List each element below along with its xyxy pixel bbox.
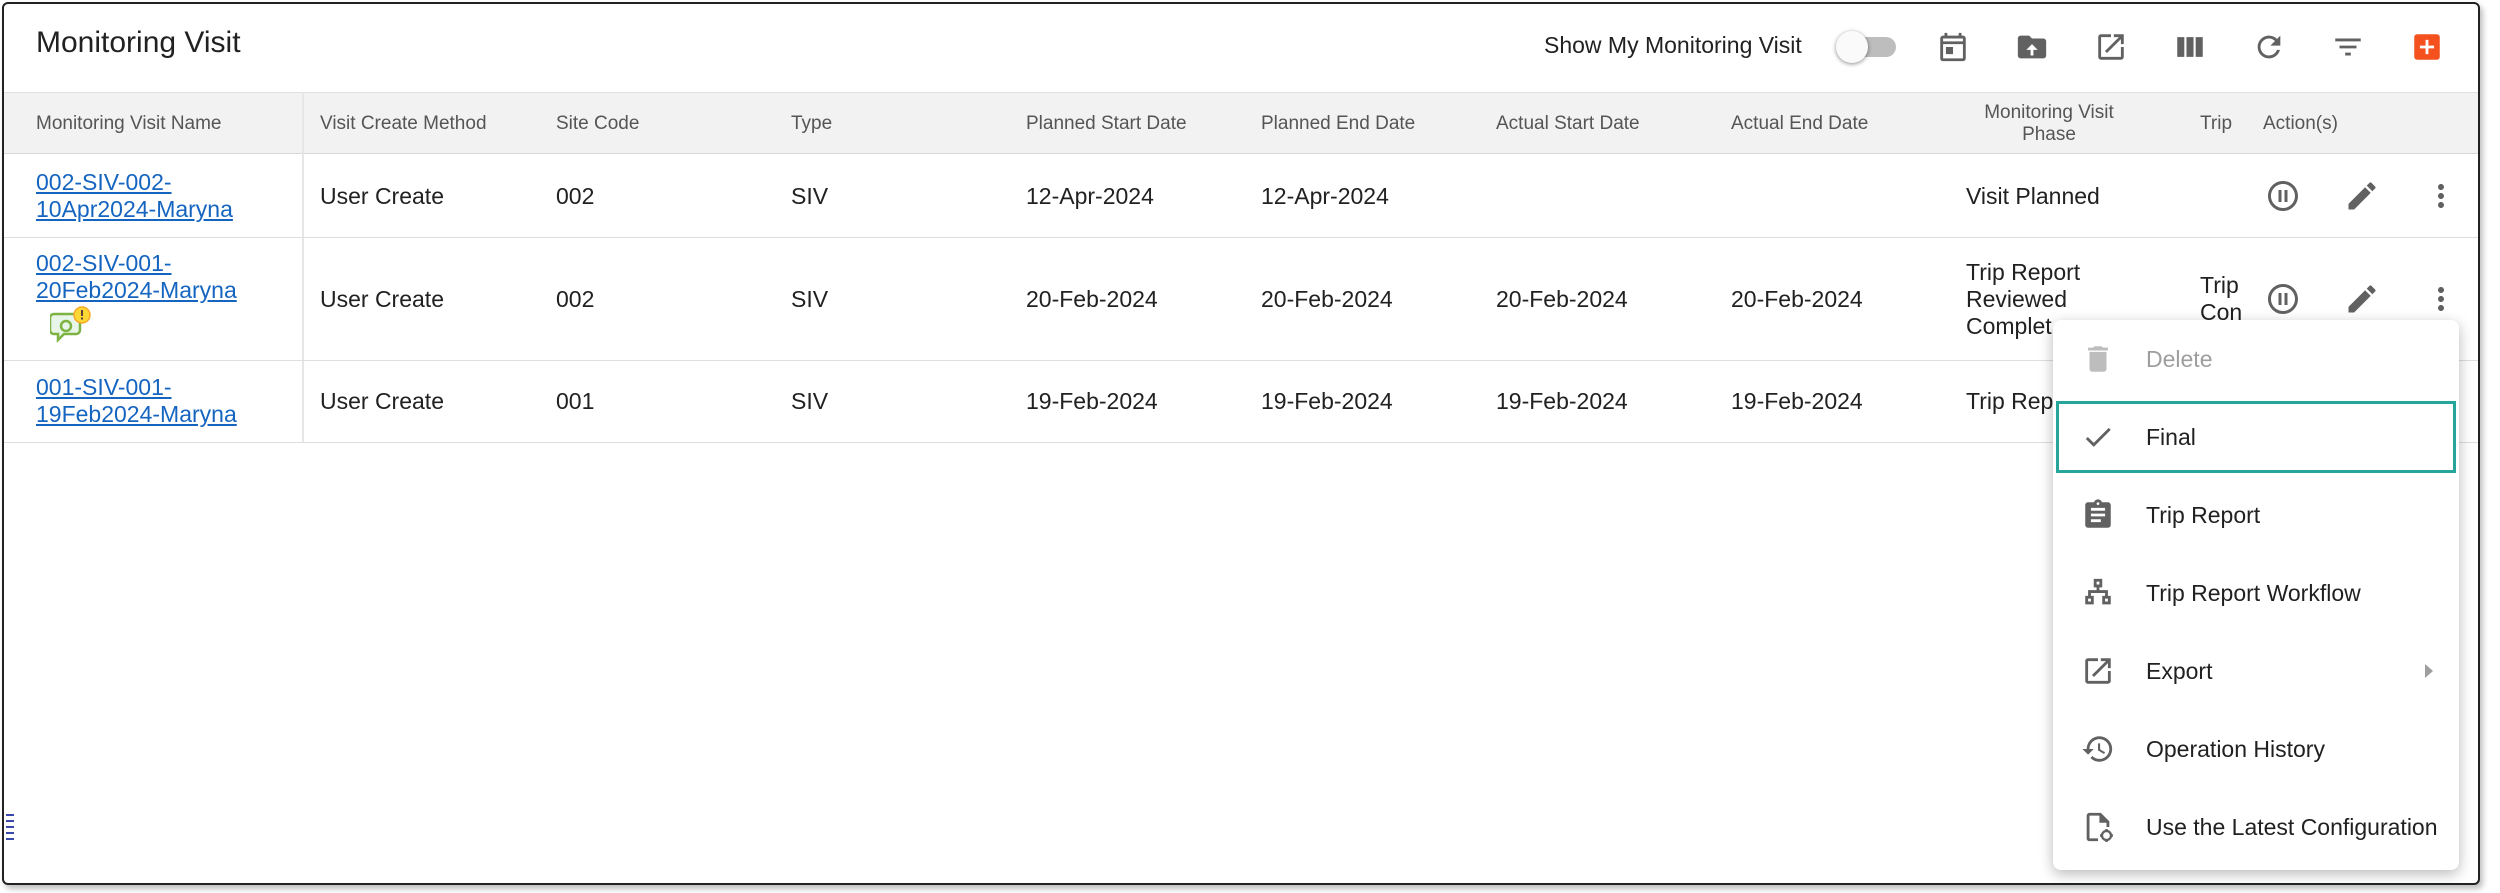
page-header: Monitoring Visit Show My Monitoring Visi… xyxy=(4,4,2478,92)
menu-item-delete[interactable]: Delete xyxy=(2053,320,2459,398)
edit-icon[interactable] xyxy=(2342,279,2382,319)
actual-start-date: 19-Feb-2024 xyxy=(1496,388,1628,414)
menu-item-label: Export xyxy=(2146,657,2213,684)
actual-end-date: 20-Feb-2024 xyxy=(1731,286,1863,312)
col-visit-name[interactable]: Monitoring Visit Name xyxy=(36,93,222,155)
create-method: User Create xyxy=(320,388,444,414)
site-code: 002 xyxy=(556,183,595,209)
comment-warning-icon[interactable] xyxy=(48,306,96,346)
create-method: User Create xyxy=(320,183,444,209)
col-planned-start[interactable]: Planned Start Date xyxy=(1026,93,1187,155)
planned-start-date: 20-Feb-2024 xyxy=(1026,286,1158,312)
actual-start-date: 20-Feb-2024 xyxy=(1496,286,1628,312)
menu-item-label: Trip Report xyxy=(2146,501,2261,528)
visit-type: SIV xyxy=(791,183,829,209)
visit-phase: Visit Planned xyxy=(1966,183,2100,209)
planned-end-date: 20-Feb-2024 xyxy=(1261,286,1393,312)
history-icon xyxy=(2079,730,2117,768)
delete-icon xyxy=(2079,340,2117,378)
visit-phase: Trip Repo xyxy=(1966,388,2067,414)
edit-icon[interactable] xyxy=(2342,176,2382,216)
visit-name-link[interactable]: 001-SIV-001-19Feb2024-Maryna xyxy=(36,374,276,428)
planned-start-date: 12-Apr-2024 xyxy=(1026,183,1154,209)
col-planned-end[interactable]: Planned End Date xyxy=(1261,93,1415,155)
menu-item-label: Final xyxy=(2146,423,2196,450)
page-title: Monitoring Visit xyxy=(36,26,241,59)
col-actions: Action(s) xyxy=(2263,113,2338,134)
menu-item-export[interactable]: Export xyxy=(2053,632,2459,710)
col-type[interactable]: Type xyxy=(791,93,832,155)
more-options-icon[interactable] xyxy=(2421,279,2461,319)
export-icon[interactable] xyxy=(2092,28,2130,66)
row-actions-menu: Delete Final Trip Report Trip Report Wor… xyxy=(2053,320,2459,870)
visit-name-link[interactable]: 002-SIV-002-10Apr2024-Maryna xyxy=(36,169,276,223)
calendar-icon[interactable] xyxy=(1934,28,1972,66)
menu-item-label: Delete xyxy=(2146,345,2213,372)
add-icon[interactable] xyxy=(2408,28,2446,66)
check-icon xyxy=(2079,418,2117,456)
site-code: 002 xyxy=(556,286,595,312)
show-my-visit-toggle[interactable] xyxy=(1836,31,1896,63)
menu-item-trip-report-workflow[interactable]: Trip Report Workflow xyxy=(2053,554,2459,632)
col-actual-end[interactable]: Actual End Date xyxy=(1731,93,1868,155)
resize-handle[interactable] xyxy=(6,814,14,850)
col-site-code[interactable]: Site Code xyxy=(556,93,639,155)
more-options-icon[interactable] xyxy=(2421,176,2461,216)
menu-item-operation-history[interactable]: Operation History xyxy=(2053,710,2459,788)
config-file-icon xyxy=(2079,808,2117,846)
columns-icon[interactable] xyxy=(2171,28,2209,66)
menu-item-label: Trip Report Workflow xyxy=(2146,579,2361,606)
visit-name-link[interactable]: 002-SIV-001-20Feb2024-Maryna xyxy=(36,250,276,304)
table-header: Monitoring Visit Name Visit Create Metho… xyxy=(4,92,2478,154)
upload-icon[interactable] xyxy=(2013,28,2051,66)
actual-end-date: 19-Feb-2024 xyxy=(1731,388,1863,414)
filter-icon[interactable] xyxy=(2329,28,2367,66)
table-row[interactable]: 002-SIV-002-10Apr2024-Maryna User Create… xyxy=(4,155,2478,238)
clipboard-icon xyxy=(2079,496,2117,534)
planned-start-date: 19-Feb-2024 xyxy=(1026,388,1158,414)
menu-item-label: Operation History xyxy=(2146,735,2325,762)
visit-type: SIV xyxy=(791,388,829,414)
trip-status: Trip Con xyxy=(2200,272,2243,325)
workflow-icon xyxy=(2079,574,2117,612)
col-actual-start[interactable]: Actual Start Date xyxy=(1496,93,1640,155)
menu-item-latest-configuration[interactable]: Use the Latest Configuration xyxy=(2053,788,2459,866)
col-create-method[interactable]: Visit Create Method xyxy=(320,93,487,155)
refresh-icon[interactable] xyxy=(2250,28,2288,66)
col-visit-phase[interactable]: Monitoring Visit Phase xyxy=(1959,93,2139,155)
submenu-arrow-icon xyxy=(2425,664,2433,678)
site-code: 001 xyxy=(556,388,595,414)
pause-icon[interactable] xyxy=(2263,279,2303,319)
planned-end-date: 19-Feb-2024 xyxy=(1261,388,1393,414)
pause-icon[interactable] xyxy=(2263,176,2303,216)
export-icon xyxy=(2079,652,2117,690)
menu-item-final[interactable]: Final xyxy=(2053,398,2459,476)
monitoring-visit-window: Monitoring Visit Show My Monitoring Visi… xyxy=(2,2,2480,885)
create-method: User Create xyxy=(320,286,444,312)
visit-type: SIV xyxy=(791,286,829,312)
menu-item-label: Use the Latest Configuration xyxy=(2146,813,2438,840)
show-my-visit-label: Show My Monitoring Visit xyxy=(1544,32,1802,58)
planned-end-date: 12-Apr-2024 xyxy=(1261,183,1389,209)
menu-item-trip-report[interactable]: Trip Report xyxy=(2053,476,2459,554)
col-trip[interactable]: Trip xyxy=(2200,93,2232,155)
